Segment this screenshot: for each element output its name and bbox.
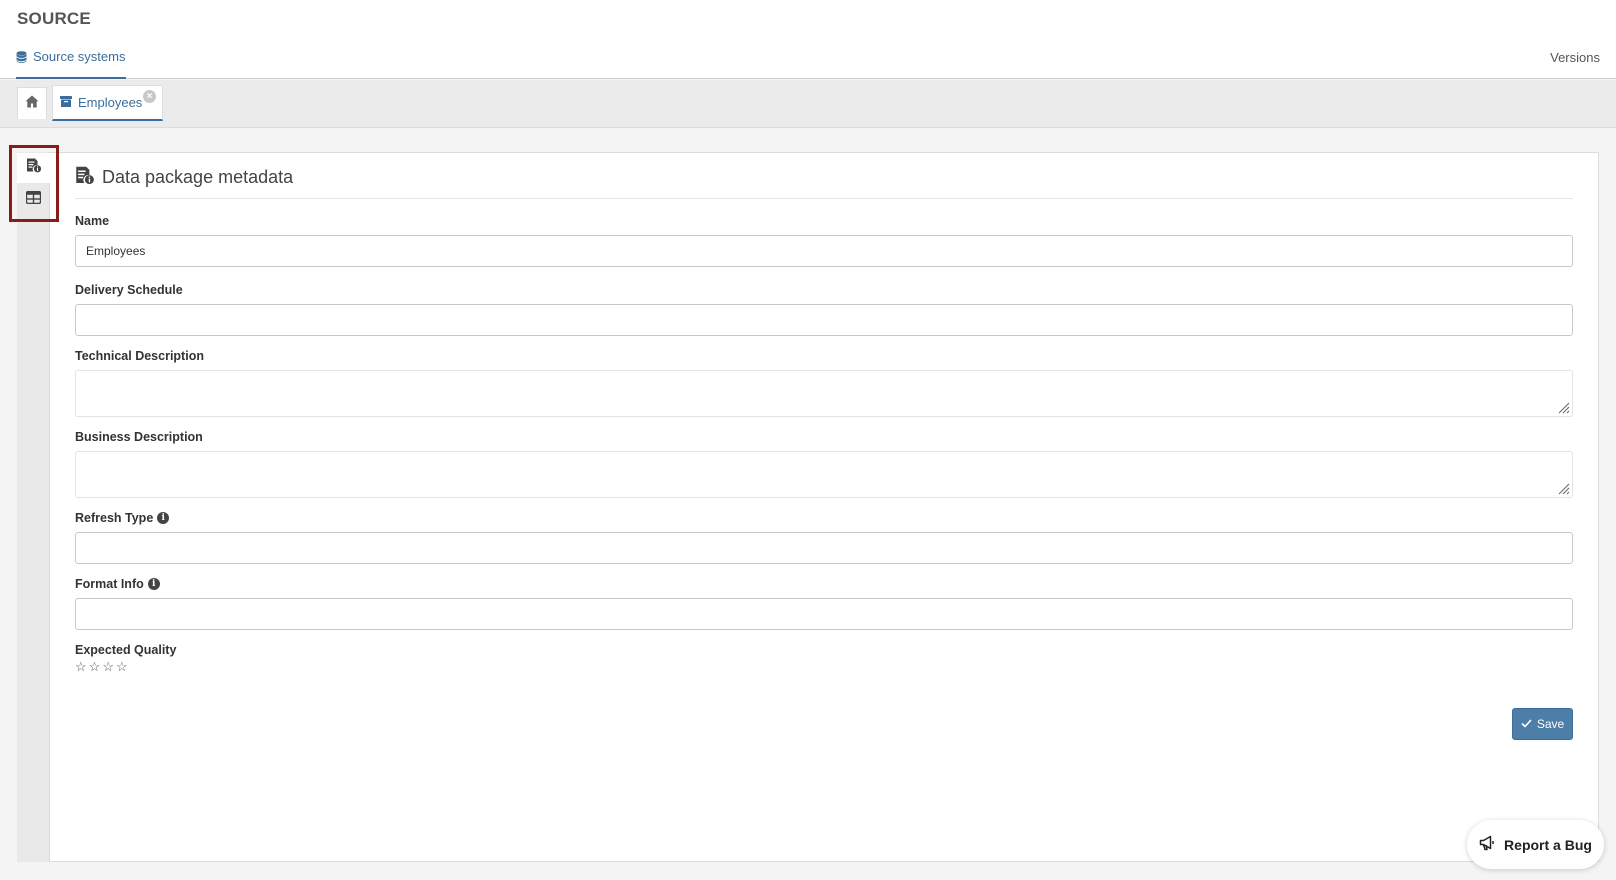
nav-source-systems-label: Source systems (33, 49, 126, 64)
delivery-schedule-field: Delivery Schedule (75, 282, 1573, 336)
delivery-schedule-label: Delivery Schedule (75, 282, 1573, 298)
star-rating[interactable]: ☆ ☆ ☆ ☆ (75, 660, 1573, 674)
technical-description-label: Technical Description (75, 348, 1573, 364)
expected-quality-field: Expected Quality ☆ ☆ ☆ ☆ (75, 642, 1573, 674)
refresh-type-input[interactable] (75, 532, 1573, 564)
rail-table-button[interactable] (17, 185, 50, 215)
format-info-label-text: Format Info (75, 577, 144, 591)
metadata-form: Data package metadata Name Delivery Sche… (75, 153, 1573, 674)
info-icon[interactable]: i (157, 512, 170, 524)
database-icon (16, 49, 27, 66)
star-icon[interactable]: ☆ (116, 660, 128, 674)
section-title: Data package metadata (102, 167, 294, 187)
rail-metadata-button[interactable] (17, 153, 50, 183)
business-description-textarea[interactable] (75, 451, 1573, 498)
delivery-schedule-label-text: Delivery Schedule (75, 283, 183, 297)
document-info-icon (26, 158, 42, 178)
name-field: Name (75, 213, 1573, 267)
megaphone-icon (1479, 835, 1496, 854)
star-icon[interactable]: ☆ (89, 660, 101, 674)
technical-description-label-text: Technical Description (75, 349, 204, 363)
tab-employees[interactable]: Employees × (52, 85, 163, 121)
app-title: SOURCE (17, 9, 91, 28)
expected-quality-label-text: Expected Quality (75, 643, 177, 657)
refresh-type-label: Refresh Type i (75, 510, 1573, 526)
document-info-icon (75, 166, 95, 190)
tab-home[interactable] (17, 87, 47, 119)
name-label: Name (75, 213, 1573, 229)
format-info-label: Format Info i (75, 576, 1573, 592)
report-bug-button[interactable]: Report a Bug (1467, 820, 1604, 869)
technical-description-field: Technical Description (75, 348, 1573, 417)
star-icon[interactable]: ☆ (102, 660, 114, 674)
archive-icon (60, 95, 72, 110)
report-bug-label: Report a Bug (1504, 836, 1592, 853)
name-input[interactable] (75, 235, 1573, 267)
resize-grip-icon[interactable] (1558, 483, 1570, 495)
top-bar: SOURCE Source systems Versions (0, 0, 1616, 79)
business-description-field: Business Description (75, 429, 1573, 498)
side-rail (17, 152, 50, 862)
expected-quality-label: Expected Quality (75, 642, 1573, 658)
save-button[interactable]: Save (1512, 708, 1573, 740)
nav-source-systems[interactable]: Source systems (16, 49, 127, 79)
format-info-field: Format Info i (75, 576, 1573, 630)
check-icon (1521, 717, 1532, 731)
info-icon[interactable]: i (147, 578, 160, 590)
business-description-label-text: Business Description (75, 430, 203, 444)
delivery-schedule-input[interactable] (75, 304, 1573, 336)
close-icon[interactable]: × (143, 90, 156, 103)
star-icon[interactable]: ☆ (75, 660, 87, 674)
nav-versions[interactable]: Versions (1550, 50, 1600, 65)
technical-description-textarea[interactable] (75, 370, 1573, 417)
resize-grip-icon[interactable] (1558, 402, 1570, 414)
section-header: Data package metadata (75, 153, 1573, 199)
format-info-input[interactable] (75, 598, 1573, 630)
home-icon (25, 95, 39, 113)
tab-bar: Employees × (0, 80, 1616, 128)
refresh-type-field: Refresh Type i (75, 510, 1573, 564)
tab-employees-label: Employees (78, 95, 143, 110)
name-label-text: Name (75, 214, 110, 228)
refresh-type-label-text: Refresh Type (75, 511, 154, 525)
business-description-label: Business Description (75, 429, 1573, 445)
table-icon (25, 190, 42, 209)
save-button-label: Save (1536, 717, 1565, 731)
